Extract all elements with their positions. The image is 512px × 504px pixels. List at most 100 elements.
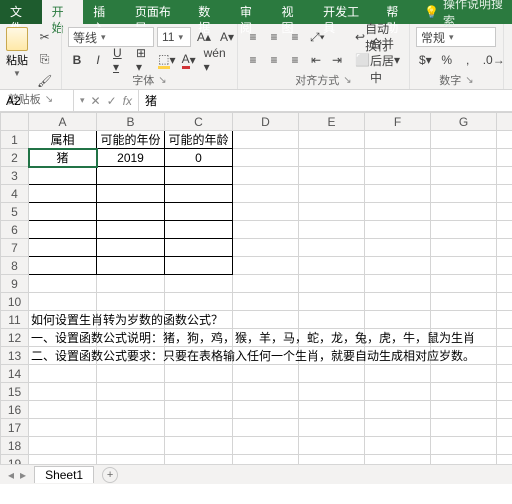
col-header[interactable]: H — [497, 113, 512, 131]
cell[interactable] — [233, 293, 299, 311]
phonetic-button[interactable]: wén ▾ — [201, 50, 231, 70]
col-header[interactable]: G — [431, 113, 497, 131]
cell[interactable] — [365, 311, 431, 329]
align-launcher[interactable]: ↘ — [343, 75, 351, 86]
cell[interactable] — [97, 401, 165, 419]
cell[interactable] — [497, 437, 512, 455]
cell[interactable] — [233, 203, 299, 221]
cell[interactable] — [299, 167, 365, 185]
cell[interactable] — [365, 221, 431, 239]
row-header[interactable]: 16 — [1, 401, 29, 419]
row-header[interactable]: 3 — [1, 167, 29, 185]
cell[interactable] — [299, 401, 365, 419]
cell[interactable] — [97, 239, 165, 257]
cell[interactable] — [497, 365, 512, 383]
cell[interactable]: 二、设置函数公式要求：只要在表格输入任何一个生肖，就要自动生成相对应岁数。 — [29, 347, 97, 365]
cell[interactable] — [365, 131, 431, 149]
cell[interactable] — [29, 383, 97, 401]
row-header[interactable]: 8 — [1, 257, 29, 275]
cell[interactable]: 0 — [165, 149, 233, 167]
cell[interactable] — [299, 293, 365, 311]
merge-center-button[interactable]: ⬜ 合并后居中 ▾ — [352, 50, 403, 70]
cell[interactable] — [497, 275, 512, 293]
cell[interactable] — [233, 419, 299, 437]
num-launcher[interactable]: ↘ — [465, 75, 473, 86]
cell[interactable] — [299, 185, 365, 203]
cell[interactable] — [497, 149, 512, 167]
col-header[interactable]: C — [165, 113, 233, 131]
sheet-prev-icon[interactable]: ◂ — [8, 468, 14, 482]
cell[interactable] — [365, 365, 431, 383]
col-header[interactable]: D — [233, 113, 299, 131]
comma-button[interactable]: , — [459, 50, 477, 70]
cell[interactable] — [233, 131, 299, 149]
cell[interactable] — [299, 419, 365, 437]
name-box[interactable]: A2 — [0, 90, 74, 111]
spreadsheet-grid[interactable]: A B C D E F G H 1属相可能的年份可能的年龄2猪201903456… — [0, 112, 512, 484]
row-header[interactable]: 6 — [1, 221, 29, 239]
cell[interactable] — [299, 383, 365, 401]
cell[interactable] — [299, 203, 365, 221]
cell[interactable]: 一、设置函数公式说明：猪，狗，鸡，猴，羊，马，蛇，龙，兔，虎，牛，鼠为生肖 — [29, 329, 97, 347]
cell[interactable] — [299, 365, 365, 383]
cell[interactable] — [97, 419, 165, 437]
cell[interactable] — [165, 239, 233, 257]
cell[interactable] — [431, 437, 497, 455]
cell[interactable] — [497, 221, 512, 239]
formula-input[interactable]: 猪 — [139, 90, 512, 111]
align-middle-button[interactable]: ≡ — [265, 27, 283, 47]
cell[interactable] — [431, 149, 497, 167]
cell[interactable] — [233, 257, 299, 275]
align-right-button[interactable]: ≡ — [286, 50, 304, 70]
cell[interactable] — [299, 131, 365, 149]
cell[interactable] — [233, 239, 299, 257]
tell-me[interactable]: 💡 操作说明搜索 — [418, 0, 512, 24]
cell[interactable] — [29, 239, 97, 257]
accounting-button[interactable]: $▾ — [416, 50, 435, 70]
cell[interactable] — [299, 437, 365, 455]
tab-data[interactable]: 数据 — [188, 0, 230, 24]
cell[interactable] — [431, 203, 497, 221]
align-center-button[interactable]: ≡ — [265, 50, 283, 70]
cell[interactable] — [97, 257, 165, 275]
increase-font-button[interactable]: A▴ — [194, 27, 214, 47]
number-format-select[interactable]: 常规▾ — [416, 27, 496, 47]
cell[interactable] — [29, 221, 97, 239]
cell[interactable] — [431, 401, 497, 419]
row-header[interactable]: 18 — [1, 437, 29, 455]
cell[interactable] — [97, 221, 165, 239]
cell[interactable] — [233, 149, 299, 167]
cell[interactable] — [233, 167, 299, 185]
cell[interactable] — [233, 275, 299, 293]
row-header[interactable]: 11 — [1, 311, 29, 329]
cell[interactable] — [233, 401, 299, 419]
cut-button[interactable]: ✂ — [34, 27, 55, 47]
cell[interactable] — [97, 185, 165, 203]
cell[interactable] — [165, 221, 233, 239]
format-painter-button[interactable]: 🖌 — [34, 71, 55, 91]
row-header[interactable]: 17 — [1, 419, 29, 437]
cell[interactable] — [97, 167, 165, 185]
cell[interactable] — [29, 257, 97, 275]
cell[interactable] — [29, 401, 97, 419]
row-header[interactable]: 2 — [1, 149, 29, 167]
inc-decimal-button[interactable]: .0→ — [480, 50, 508, 70]
cell[interactable] — [29, 275, 97, 293]
decrease-font-button[interactable]: A▾ — [217, 27, 237, 47]
cell[interactable] — [233, 437, 299, 455]
sheet-tab[interactable]: Sheet1 — [34, 466, 94, 483]
cell[interactable]: 2019 — [97, 149, 165, 167]
cell[interactable] — [497, 239, 512, 257]
cell[interactable] — [165, 293, 233, 311]
cell[interactable] — [165, 167, 233, 185]
cell[interactable] — [431, 365, 497, 383]
row-header[interactable]: 12 — [1, 329, 29, 347]
cell[interactable] — [299, 275, 365, 293]
col-header[interactable]: B — [97, 113, 165, 131]
cell[interactable] — [97, 365, 165, 383]
font-name-select[interactable]: 等线▾ — [68, 27, 154, 47]
indent-dec-button[interactable]: ⇤ — [307, 50, 325, 70]
row-header[interactable]: 1 — [1, 131, 29, 149]
fx-icon[interactable]: fx — [123, 94, 132, 108]
cell[interactable] — [365, 167, 431, 185]
